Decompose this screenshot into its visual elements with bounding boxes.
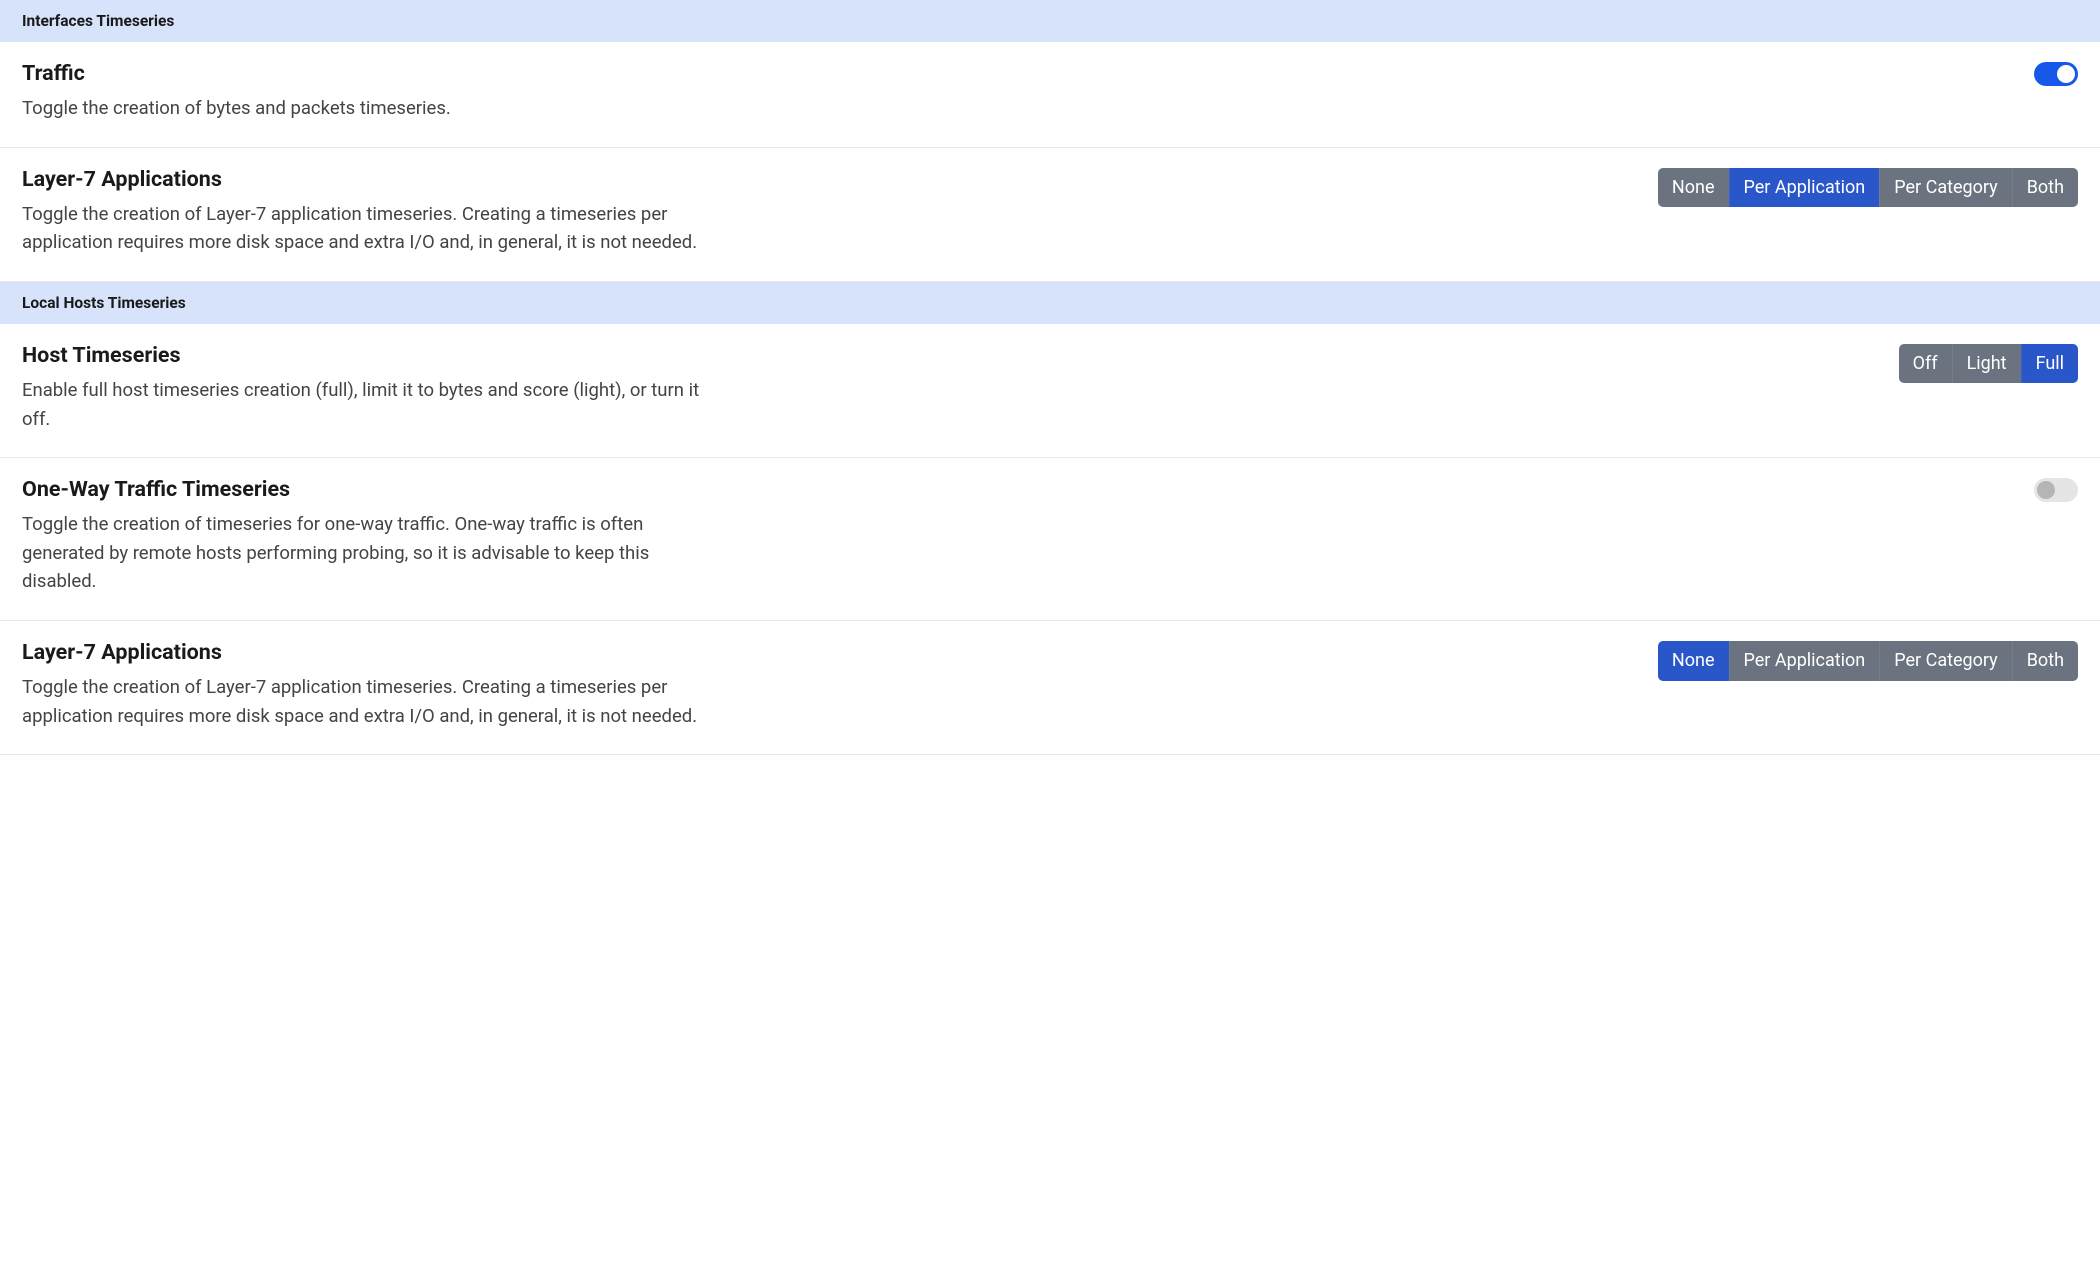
setting-row-one-way-traffic: One-Way Traffic Timeseries Toggle the cr… bbox=[0, 458, 2100, 621]
btn-full[interactable]: Full bbox=[2021, 344, 2078, 383]
toggle-knob bbox=[2037, 481, 2055, 499]
setting-info: Layer-7 Applications Toggle the creation… bbox=[22, 639, 722, 730]
setting-title: Layer-7 Applications bbox=[22, 639, 722, 667]
setting-info: Layer-7 Applications Toggle the creation… bbox=[22, 166, 722, 257]
l7-apps-interfaces-btngroup: None Per Application Per Category Both bbox=[1658, 168, 2078, 207]
setting-description: Toggle the creation of Layer-7 applicati… bbox=[22, 200, 722, 257]
traffic-toggle[interactable] bbox=[2034, 62, 2078, 86]
setting-row-host-timeseries: Host Timeseries Enable full host timeser… bbox=[0, 324, 2100, 458]
setting-row-l7-apps-hosts: Layer-7 Applications Toggle the creation… bbox=[0, 621, 2100, 755]
btn-per-category[interactable]: Per Category bbox=[1879, 168, 2011, 207]
setting-info: Host Timeseries Enable full host timeser… bbox=[22, 342, 722, 433]
toggle-knob bbox=[2057, 65, 2075, 83]
btn-light[interactable]: Light bbox=[1952, 344, 2021, 383]
btn-per-application[interactable]: Per Application bbox=[1729, 641, 1880, 680]
setting-row-traffic: Traffic Toggle the creation of bytes and… bbox=[0, 42, 2100, 148]
btn-off[interactable]: Off bbox=[1899, 344, 1952, 383]
setting-description: Toggle the creation of Layer-7 applicati… bbox=[22, 673, 722, 730]
section-header: Local Hosts Timeseries bbox=[0, 282, 2100, 324]
btn-none[interactable]: None bbox=[1658, 641, 1729, 680]
setting-info: One-Way Traffic Timeseries Toggle the cr… bbox=[22, 476, 722, 596]
host-timeseries-btngroup: Off Light Full bbox=[1899, 344, 2078, 383]
btn-both[interactable]: Both bbox=[2012, 168, 2078, 207]
setting-title: One-Way Traffic Timeseries bbox=[22, 476, 722, 504]
setting-row-l7-apps-interfaces: Layer-7 Applications Toggle the creation… bbox=[0, 148, 2100, 282]
btn-per-category[interactable]: Per Category bbox=[1879, 641, 2011, 680]
btn-none[interactable]: None bbox=[1658, 168, 1729, 207]
setting-info: Traffic Toggle the creation of bytes and… bbox=[22, 60, 722, 123]
setting-description: Toggle the creation of bytes and packets… bbox=[22, 94, 722, 123]
setting-control: Off Light Full bbox=[1899, 342, 2078, 383]
btn-both[interactable]: Both bbox=[2012, 641, 2078, 680]
setting-description: Enable full host timeseries creation (fu… bbox=[22, 376, 722, 433]
setting-title: Host Timeseries bbox=[22, 342, 722, 370]
setting-control bbox=[2034, 476, 2078, 506]
setting-control: None Per Application Per Category Both bbox=[1658, 166, 2078, 207]
setting-control: None Per Application Per Category Both bbox=[1658, 639, 2078, 680]
setting-title: Traffic bbox=[22, 60, 722, 88]
setting-control bbox=[2034, 60, 2078, 90]
one-way-traffic-toggle[interactable] bbox=[2034, 478, 2078, 502]
setting-title: Layer-7 Applications bbox=[22, 166, 722, 194]
setting-description: Toggle the creation of timeseries for on… bbox=[22, 510, 722, 596]
section-header: Interfaces Timeseries bbox=[0, 0, 2100, 42]
l7-apps-hosts-btngroup: None Per Application Per Category Both bbox=[1658, 641, 2078, 680]
btn-per-application[interactable]: Per Application bbox=[1729, 168, 1880, 207]
